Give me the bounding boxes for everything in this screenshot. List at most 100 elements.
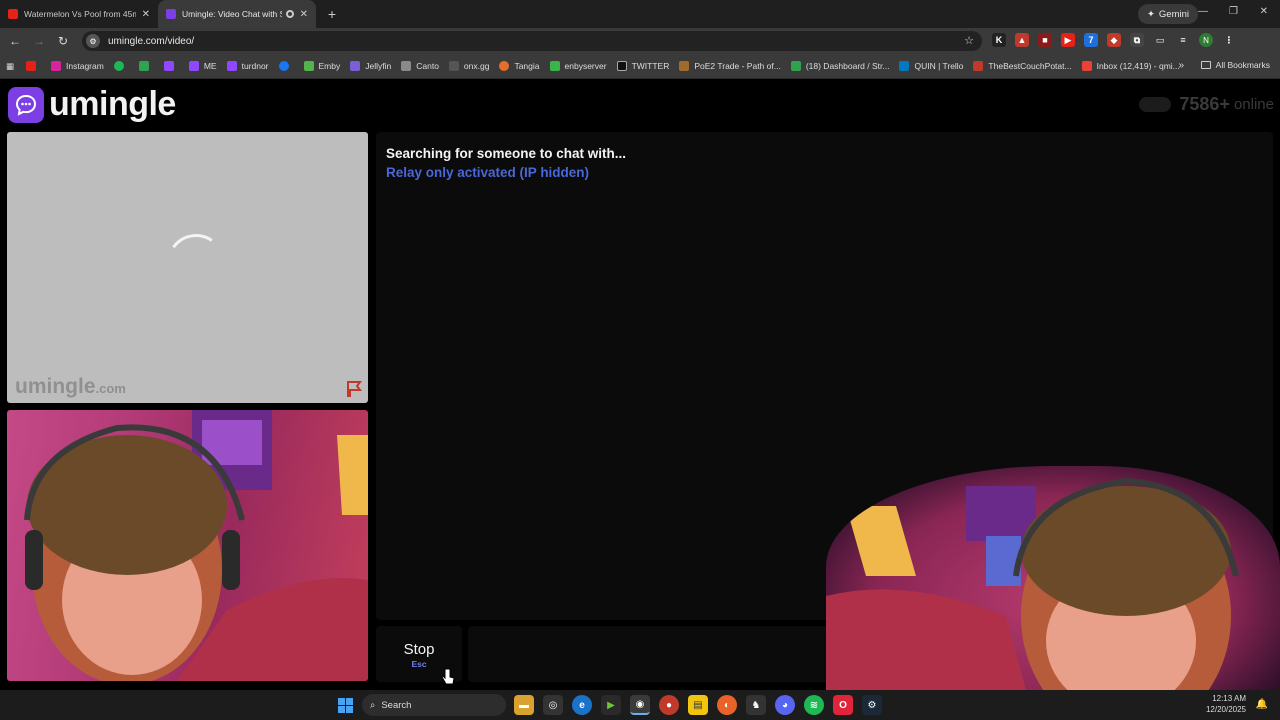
taskbar-search[interactable]: ⌕ Search: [362, 694, 506, 716]
tangia-icon: [499, 61, 510, 71]
reload-icon[interactable]: ↻: [51, 34, 75, 48]
bookmark-item[interactable]: TheBestCouchPotat...: [973, 61, 1072, 71]
page-content: umingle 7586+ online umingle.com Searchi…: [0, 80, 1280, 690]
search-label: Search: [381, 699, 412, 711]
online-toggle[interactable]: [1139, 97, 1172, 112]
canto-icon: [401, 61, 412, 71]
bookmark-item[interactable]: (18) Dashboard / Str...: [790, 61, 889, 71]
onx-icon: [448, 61, 459, 71]
site-logo[interactable]: umingle: [8, 85, 176, 124]
bookmark-item[interactable]: Canto: [401, 61, 439, 71]
bookmark-item[interactable]: [113, 61, 129, 71]
tab-umingle[interactable]: Umingle: Video Chat with S ✕: [158, 0, 316, 28]
address-bar[interactable]: ⚙ umingle.com/video/ ☆: [82, 31, 982, 51]
notification-bell-icon[interactable]: 🔔: [1256, 699, 1268, 710]
bookmark-item[interactable]: onx.gg: [448, 61, 489, 71]
bookmark-item[interactable]: [278, 61, 294, 71]
apps-icon[interactable]: ▦: [6, 61, 14, 72]
taskbar: ⌕ Search ▬ ◎ e ▶ ◉ ● ▤ ◐ ♞ ◕ ≋ O ⚙ 12:13…: [0, 690, 1280, 720]
windows-start-icon[interactable]: [338, 698, 353, 713]
umingle-favicon-icon: [166, 9, 176, 19]
clock-time: 12:13 AM: [1212, 694, 1246, 703]
app-icon[interactable]: ♞: [746, 695, 766, 715]
enbyserver-icon: [549, 61, 560, 71]
menu-icon[interactable]: ⋮: [1222, 33, 1236, 47]
bookmark-item[interactable]: TWITTER: [616, 61, 669, 71]
extension-k-icon[interactable]: K: [992, 33, 1006, 47]
bookmark-icon: [138, 61, 149, 71]
extension-red-icon[interactable]: ■: [1038, 33, 1052, 47]
youtube-icon: [26, 61, 37, 71]
webcam-overlay-image: [826, 477, 1239, 690]
video-watermark: umingle.com: [15, 375, 126, 398]
extension-youtube-icon[interactable]: ▶: [1061, 33, 1075, 47]
browser-tab-bar: Watermelon Vs Pool from 45m ✕ Umingle: V…: [0, 0, 1280, 28]
all-bookmarks-button[interactable]: All Bookmarks: [1200, 60, 1270, 70]
bookmark-item[interactable]: Emby: [303, 61, 340, 71]
close-icon[interactable]: ✕: [300, 9, 308, 20]
bookmark-item[interactable]: turdnor: [226, 61, 269, 71]
bookmark-item[interactable]: [138, 61, 154, 71]
bookmark-item[interactable]: Tangia: [499, 61, 540, 71]
dashboard-icon: [790, 61, 801, 71]
bookmarks-overflow-icon[interactable]: »: [1178, 60, 1184, 71]
jellyfin-icon: [350, 61, 361, 71]
extension-ublock-icon[interactable]: ◆: [1107, 33, 1121, 47]
game-launcher-icon[interactable]: ▶: [601, 695, 621, 715]
self-video: [7, 410, 368, 681]
back-icon[interactable]: ←: [3, 34, 27, 48]
bookmark-item[interactable]: [163, 61, 179, 71]
discord-icon[interactable]: ◕: [775, 695, 795, 715]
online-count: 7586+: [1179, 94, 1230, 114]
x-twitter-icon: [616, 61, 627, 71]
bookmark-item[interactable]: ME: [188, 61, 217, 71]
extension-7tv-icon[interactable]: 7: [1084, 33, 1098, 47]
forward-icon[interactable]: →: [27, 34, 51, 48]
bookmark-item[interactable]: [26, 61, 41, 71]
gemini-button[interactable]: ✦ Gemini: [1137, 4, 1198, 24]
steam-icon[interactable]: ⚙: [862, 695, 882, 715]
emby-icon: [303, 61, 314, 71]
site-info-icon[interactable]: ⚙: [86, 34, 100, 48]
system-clock[interactable]: 12:13 AM 12/20/2025: [1206, 693, 1246, 715]
minimize-icon[interactable]: —: [1198, 6, 1208, 17]
taskbar-apps: ▬ ◎ e ▶ ◉ ● ▤ ◐ ♞ ◕ ≋ O ⚙: [514, 695, 882, 715]
bookmark-item[interactable]: PoE2 Trade - Path of...: [679, 61, 781, 71]
spotify-icon[interactable]: ≋: [804, 695, 824, 715]
search-icon: ⌕: [370, 699, 376, 711]
couch-potato-icon: [973, 61, 984, 71]
file-explorer-icon[interactable]: ▬: [514, 695, 534, 715]
window-close-icon[interactable]: ✕: [1260, 6, 1268, 17]
reading-list-icon[interactable]: ≡: [1176, 33, 1190, 47]
online-label: online: [1233, 96, 1274, 113]
xbox-icon[interactable]: ◎: [543, 695, 563, 715]
chrome-icon[interactable]: ◉: [630, 695, 650, 715]
all-bookmarks-label: All Bookmarks: [1215, 60, 1270, 70]
report-flag-icon[interactable]: [346, 381, 364, 397]
extension-fire-icon[interactable]: ▲: [1015, 33, 1029, 47]
chat-bubble-icon: [8, 86, 44, 123]
sticky-notes-icon[interactable]: ▤: [688, 695, 708, 715]
basketball-app-icon[interactable]: ●: [659, 695, 679, 715]
tab-search-icon[interactable]: ▭: [1153, 33, 1167, 47]
tab-title: Umingle: Video Chat with S: [182, 9, 282, 19]
bookmark-star-icon[interactable]: ☆: [964, 34, 974, 47]
restore-icon[interactable]: ❐: [1229, 6, 1238, 17]
webcam-feed-image: [24, 410, 368, 681]
firefox-icon[interactable]: ◐: [717, 695, 737, 715]
edge-icon[interactable]: e: [572, 695, 592, 715]
profile-avatar[interactable]: N: [1199, 33, 1213, 47]
extensions-puzzle-icon[interactable]: ⧉: [1130, 33, 1144, 47]
stop-label: Stop: [403, 641, 435, 658]
bookmark-item[interactable]: Jellyfin: [350, 61, 391, 71]
opera-icon[interactable]: O: [833, 695, 853, 715]
bookmark-item[interactable]: Instagram: [51, 61, 104, 71]
bookmark-item[interactable]: Inbox (12,419) - qmi...: [1081, 61, 1180, 71]
tab-watermelon[interactable]: Watermelon Vs Pool from 45m ✕: [0, 0, 158, 28]
new-tab-button[interactable]: +: [322, 6, 342, 22]
logo-text: umingle: [49, 85, 176, 123]
bookmark-item[interactable]: enbyserver: [549, 61, 607, 71]
self-video-overlay: [826, 466, 1280, 690]
bookmark-item[interactable]: QUIN | Trello: [899, 61, 963, 71]
close-icon[interactable]: ✕: [142, 9, 150, 20]
